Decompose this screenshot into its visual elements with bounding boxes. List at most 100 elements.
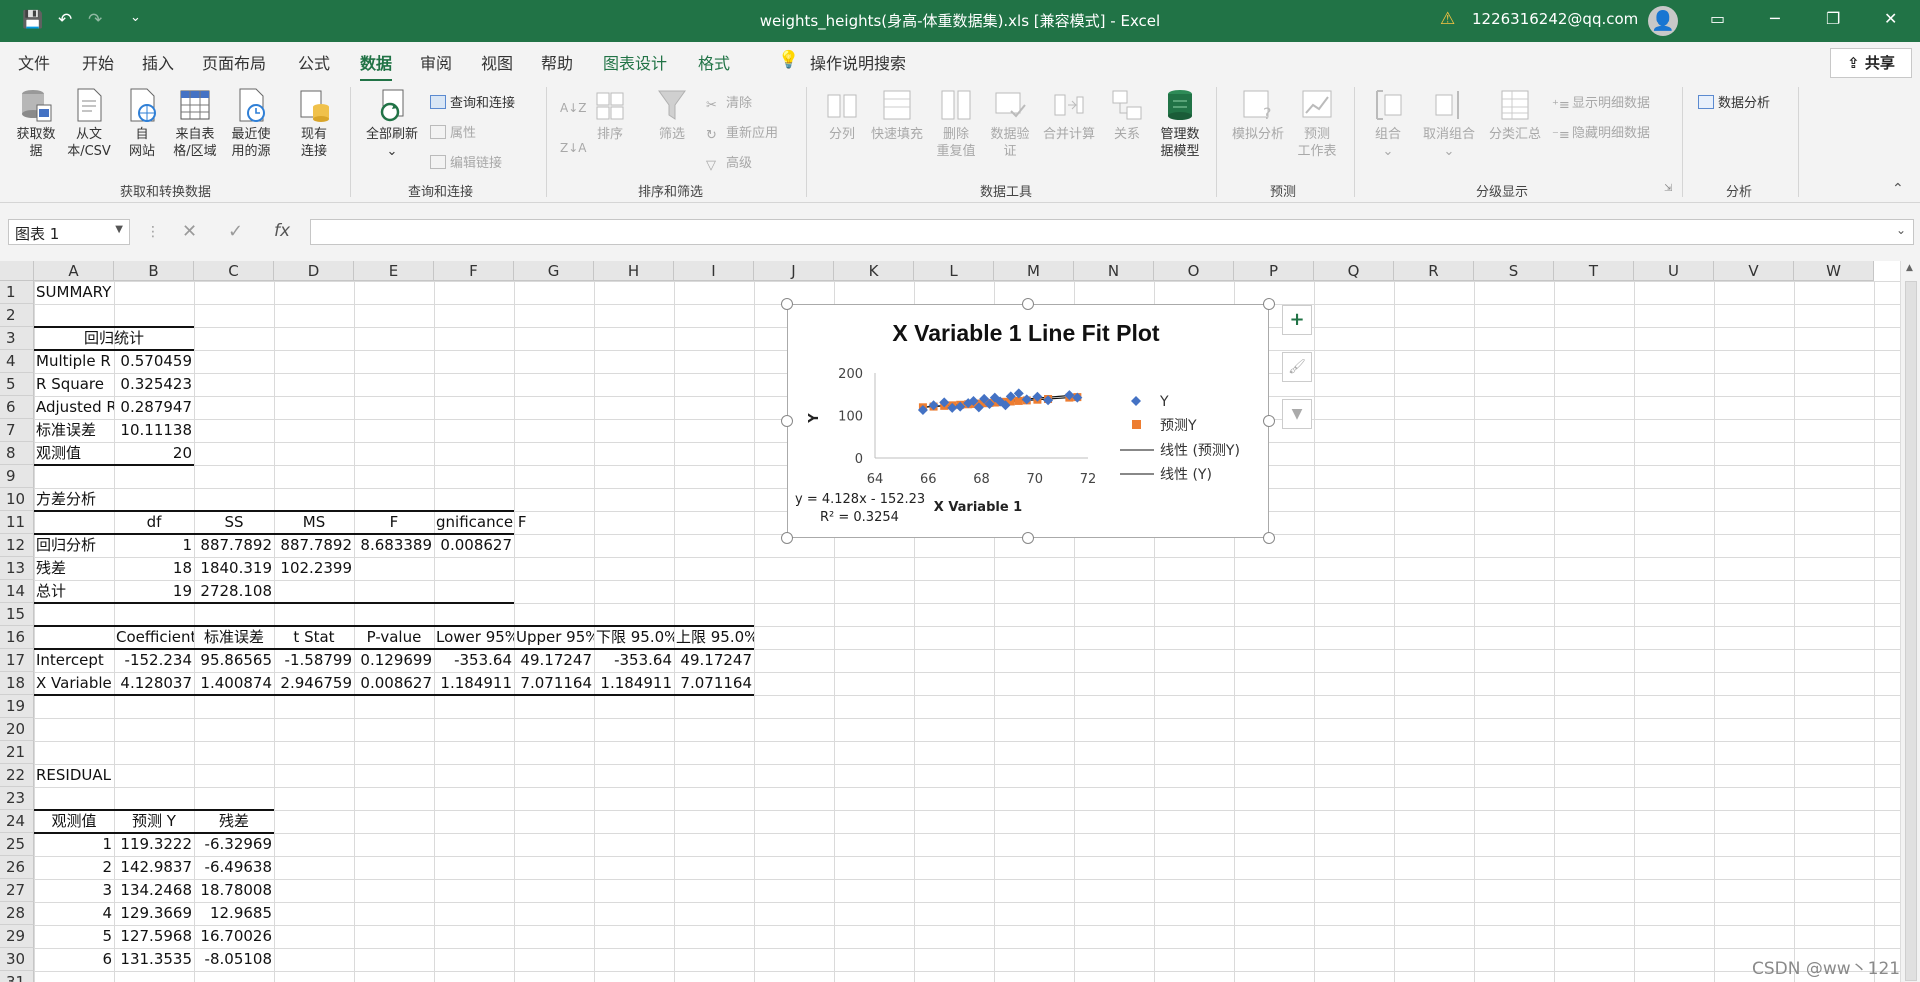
cell[interactable]: Intercept [34,649,114,672]
consolidate-button[interactable]: 合并计算 [1038,87,1100,143]
cell[interactable]: -6.49638 [194,856,274,879]
row-header-9[interactable]: 9 [0,465,34,488]
chart-styles-button[interactable]: 🖌 [1282,352,1312,382]
row-header-10[interactable]: 10 [0,488,34,511]
cell[interactable]: -353.64 [594,649,674,672]
cell[interactable]: 预测 Y [114,810,194,833]
share-button[interactable]: ⇪ 共享 [1830,48,1912,78]
outline-dialog-launcher-icon[interactable]: ⇲ [1664,183,1672,194]
cell[interactable]: 1840.319 [194,557,274,580]
what-if-analysis-button[interactable]: ? 模拟分析 [1226,87,1290,143]
minimize-icon[interactable]: ─ [1770,9,1780,28]
row-header-24[interactable]: 24 [0,810,34,833]
row-header-5[interactable]: 5 [0,373,34,396]
row-header-22[interactable]: 22 [0,764,34,787]
column-header-J[interactable]: J [754,261,834,281]
row-header-14[interactable]: 14 [0,580,34,603]
row-header-6[interactable]: 6 [0,396,34,419]
cell[interactable]: -152.234 [114,649,194,672]
cell[interactable]: Lower 95% [434,626,514,649]
existing-connections-button[interactable]: 现有 连接 [290,87,338,160]
column-header-A[interactable]: A [34,261,114,281]
cell[interactable]: SS [194,511,274,534]
cell[interactable]: 2728.108 [194,580,274,603]
cell[interactable]: 回归统计 [34,327,194,350]
cell[interactable]: 8.683389 [354,534,434,557]
cell[interactable]: 0.008627 [434,534,514,557]
dropdown-arrow-icon[interactable]: ▼ [115,224,123,235]
expand-formula-icon[interactable]: ⌄ [1896,223,1906,237]
row-header-28[interactable]: 28 [0,902,34,925]
cell[interactable]: Upper 95% [514,626,594,649]
column-header-W[interactable]: W [1794,261,1874,281]
cell[interactable]: X Variable [34,672,114,695]
cell[interactable]: 18.78008 [194,879,274,902]
column-header-I[interactable]: I [674,261,754,281]
group-button[interactable]: 组合 ⌄ [1362,87,1414,160]
from-csv-button[interactable]: 从文 本/CSV [62,87,116,160]
row-header-1[interactable]: 1 [0,281,34,304]
cell[interactable]: R Square [34,373,114,396]
cell[interactable]: 标准误差 [194,626,274,649]
vertical-scrollbar[interactable]: ▲ [1900,261,1920,982]
cell[interactable]: 4.128037 [114,672,194,695]
column-header-K[interactable]: K [834,261,914,281]
from-table-button[interactable]: 来自表 格/区域 [168,87,222,160]
cell[interactable]: 方差分析 [34,488,114,511]
cell[interactable]: Coefficients [114,626,194,649]
cell[interactable]: SUMMARY OUTPUT [34,281,114,304]
cell[interactable]: 0.570459 [114,350,194,373]
manage-data-model-button[interactable]: 管理数 据模型 [1152,87,1208,160]
cell[interactable]: Multiple R [34,350,114,373]
resize-handle[interactable] [1263,415,1275,427]
row-header-23[interactable]: 23 [0,787,34,810]
chart-area[interactable]: X Variable 1 Line Fit Plot 64 66 68 70 72 0 10… [787,304,1269,538]
column-header-U[interactable]: U [1634,261,1714,281]
sort-button[interactable]: 排序 [590,87,630,143]
cell[interactable]: 1 [114,534,194,557]
restore-icon[interactable]: ❐ [1826,9,1840,28]
tab-page-layout[interactable]: 页面布局 [202,50,266,74]
cell[interactable]: 0.129699 [354,649,434,672]
cell[interactable]: t Stat [274,626,354,649]
remove-duplicates-button[interactable]: 删除 重复值 [930,87,982,160]
hide-detail-button[interactable]: ⁻≡ 隐藏明细数据 [1552,122,1650,143]
row-header-15[interactable]: 15 [0,603,34,626]
cell[interactable]: 残差 [34,557,114,580]
enter-icon[interactable]: ✓ [228,221,243,242]
cell[interactable]: 0.325423 [114,373,194,396]
row-header-7[interactable]: 7 [0,419,34,442]
row-header-18[interactable]: 18 [0,672,34,695]
cell[interactable]: 上限 95.0% [674,626,754,649]
tell-me-search[interactable]: 操作说明搜索 [810,50,906,74]
column-header-O[interactable]: O [1154,261,1234,281]
cell[interactable]: 19 [114,580,194,603]
cell[interactable]: 回归分析 [34,534,114,557]
insert-function-icon[interactable]: fx [274,221,290,241]
refresh-all-button[interactable]: 全部刷新 ⌄ [358,87,426,160]
cell[interactable]: 标准误差 [34,419,114,442]
column-header-Q[interactable]: Q [1314,261,1394,281]
cell[interactable]: F [354,511,434,534]
row-header-21[interactable]: 21 [0,741,34,764]
reapply-button[interactable]: ↻ 重新应用 [706,122,778,143]
column-header-L[interactable]: L [914,261,994,281]
warning-icon[interactable]: ⚠ [1440,9,1455,29]
cell[interactable]: 127.5968 [114,925,194,948]
scroll-up-icon[interactable]: ▲ [1906,263,1913,273]
row-header-20[interactable]: 20 [0,718,34,741]
row-header-19[interactable]: 19 [0,695,34,718]
clear-button[interactable]: ✂ 清除 [706,92,752,113]
resize-handle[interactable] [1022,532,1034,544]
row-header-25[interactable]: 25 [0,833,34,856]
cell[interactable]: 1.184911 [434,672,514,695]
cell[interactable]: 10.11138 [114,419,194,442]
cell[interactable]: 18 [114,557,194,580]
cell[interactable]: 887.7892 [194,534,274,557]
tab-home[interactable]: 开始 [82,50,114,74]
tab-chart-design[interactable]: 图表设计 [603,50,667,74]
column-header-D[interactable]: D [274,261,354,281]
tab-data[interactable]: 数据 [360,50,393,82]
edit-links-button[interactable]: 编辑链接 [430,152,502,171]
column-header-E[interactable]: E [354,261,434,281]
